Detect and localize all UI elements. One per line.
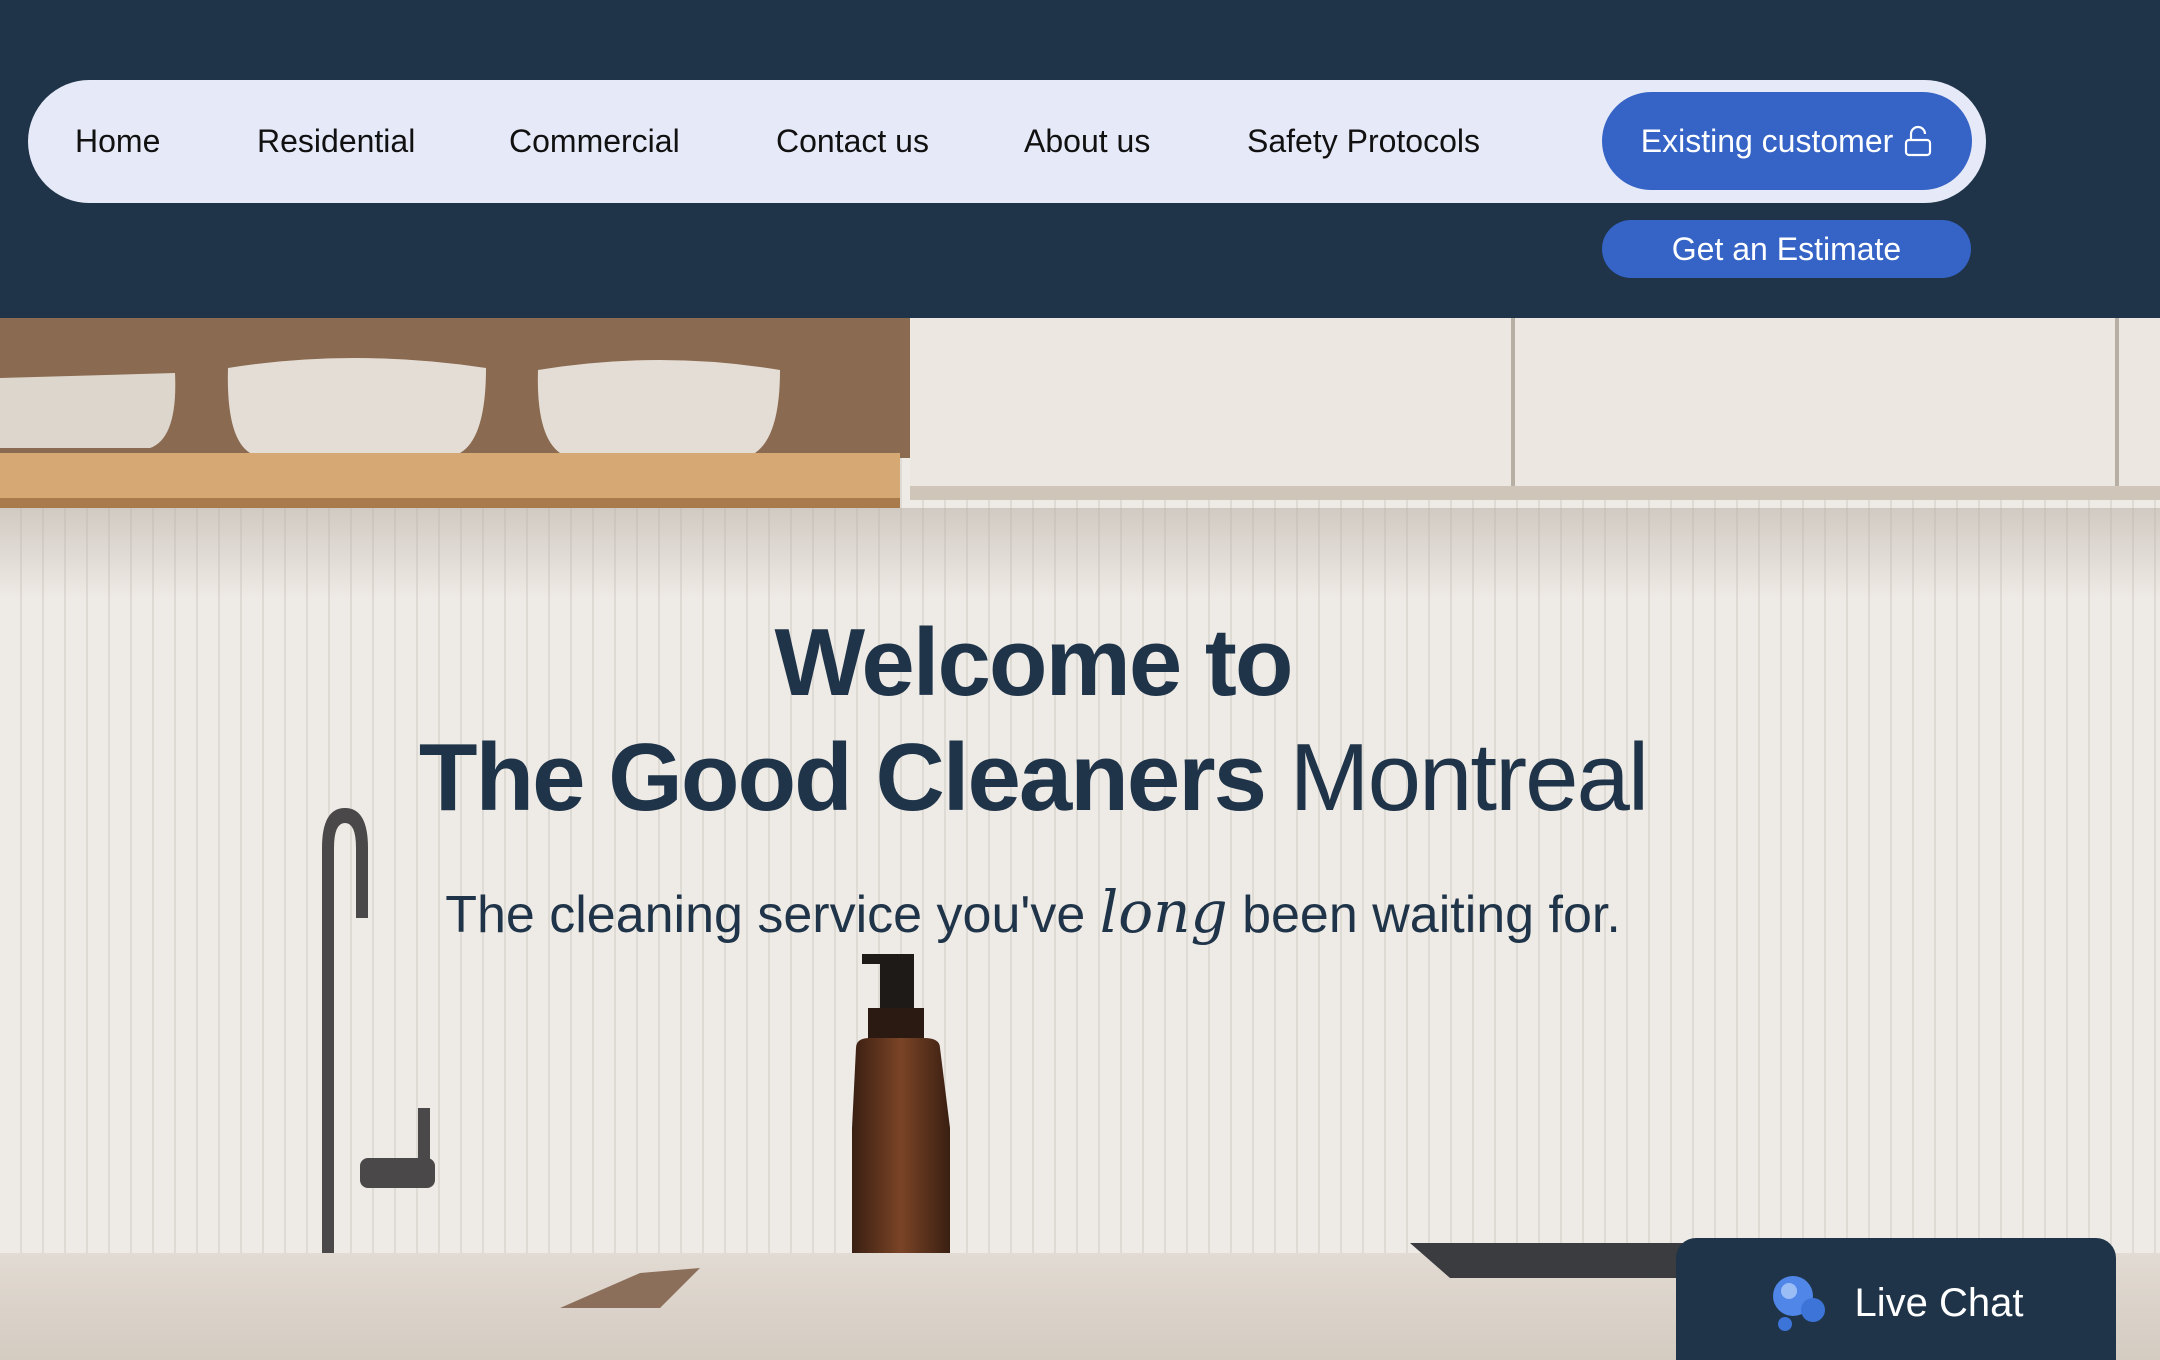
hero-subtitle-emphasis: long xyxy=(1099,878,1228,946)
existing-customer-button[interactable]: Existing customer xyxy=(1602,92,1972,190)
nav-item-residential[interactable]: Residential xyxy=(257,80,415,203)
hero-title-line-1: Welcome to xyxy=(774,609,1294,716)
live-chat-label: Live Chat xyxy=(1854,1280,2024,1325)
live-chat-button[interactable]: Live Chat xyxy=(1676,1238,2116,1360)
bubbles-icon xyxy=(1772,1276,1825,1331)
get-estimate-button[interactable]: Get an Estimate xyxy=(1602,220,1971,278)
existing-customer-label: Existing customer xyxy=(1640,122,1894,159)
kitchen-background-image xyxy=(0,318,2160,1360)
nav-item-commercial[interactable]: Commercial xyxy=(509,80,680,203)
nav-item-about[interactable]: About us xyxy=(1024,80,1150,203)
hero-subtitle-post: been waiting for. xyxy=(1227,886,1621,944)
hero-subtitle: The cleaning service you've long been wa… xyxy=(0,878,2066,946)
hero-subtitle-pre: The cleaning service you've xyxy=(445,886,1100,944)
nav-item-safety[interactable]: Safety Protocols xyxy=(1247,80,1480,203)
site-header: Home Residential Commercial Contact us A… xyxy=(0,0,2160,318)
hero-section: Welcome to The Good Cleaners Montreal Th… xyxy=(0,318,2160,1360)
hero-title-city: Montreal xyxy=(1265,724,1650,831)
nav-item-home[interactable]: Home xyxy=(75,80,160,203)
main-nav: Home Residential Commercial Contact us A… xyxy=(28,80,1986,203)
hero-title-brand: The Good Cleaners xyxy=(418,724,1267,831)
nav-item-contact[interactable]: Contact us xyxy=(776,80,929,203)
unlock-icon xyxy=(1905,125,1932,157)
hero-title-line-2: The Good Cleaners Montreal xyxy=(0,723,2066,833)
